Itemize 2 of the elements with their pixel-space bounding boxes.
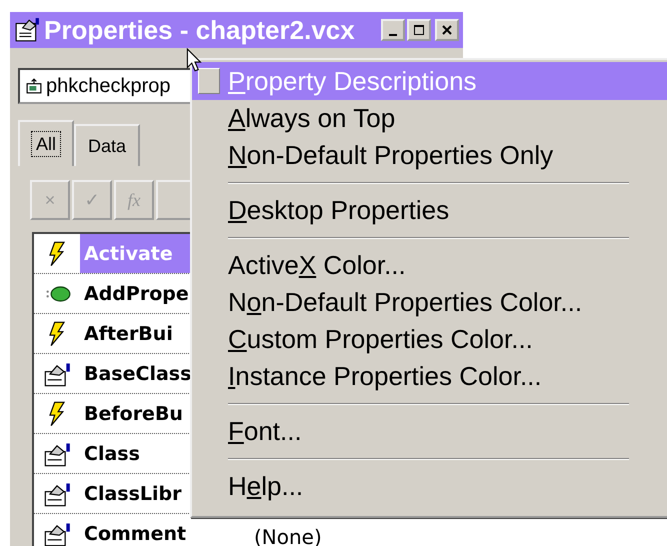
property-value: (None) — [254, 524, 322, 546]
window-title: Properties - chapter2.vcx — [44, 14, 356, 46]
